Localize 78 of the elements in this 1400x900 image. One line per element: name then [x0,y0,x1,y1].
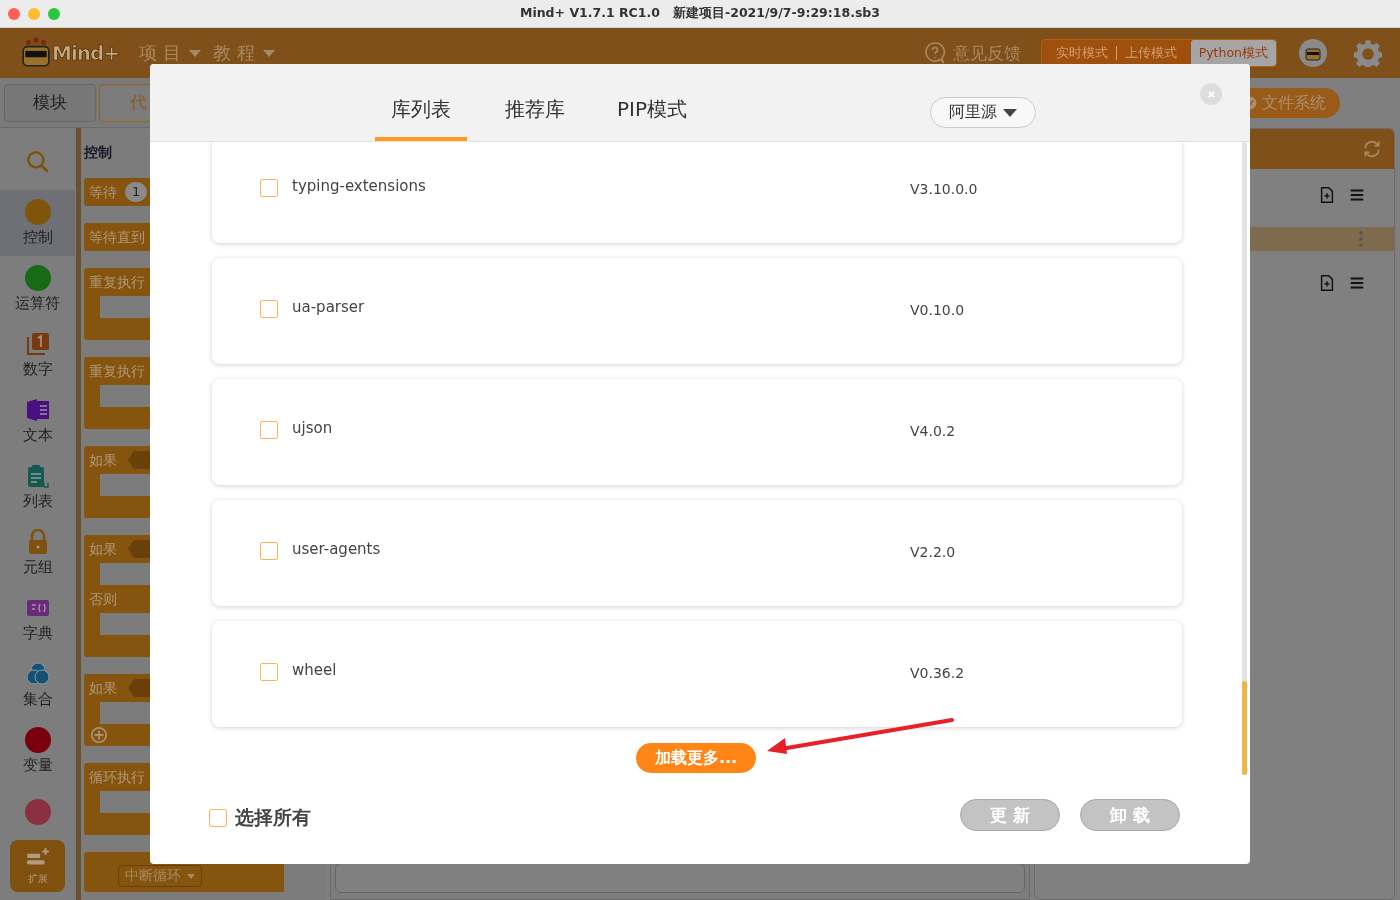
more-icon[interactable] [1358,230,1364,248]
robot-avatar-icon[interactable] [1299,39,1327,67]
dropdown-field[interactable]: 中断循环 [118,865,202,887]
package-version: V0.36.2 [910,665,965,681]
settings-icon[interactable] [1354,39,1382,67]
help-bubble-icon[interactable] [922,41,947,65]
robot-logo-icon [20,37,52,69]
category-item[interactable]: 集合 [0,652,75,718]
block-label: 等待 [89,183,117,201]
mode-tab[interactable]: 上传模式 [1116,40,1185,66]
editor-tab[interactable]: 模块 [4,83,96,122]
package-name: user-agents [292,540,382,558]
extension-button[interactable]: 扩展 [10,840,65,892]
category-item[interactable]: 控制 [0,190,75,256]
checkbox[interactable] [260,663,278,681]
block-label: 等待直到 [89,228,145,246]
package-version: V3.10.0.0 [910,181,978,197]
category-item[interactable]: 运算符 [0,256,75,322]
new-file-icon[interactable] [1318,186,1336,204]
category-label: 列表 [22,492,53,511]
block-label: 循环执行 [89,768,145,786]
dialog-tab[interactable]: 推荐库 [489,81,581,141]
checkbox[interactable] [260,300,278,318]
close-icon [1206,89,1216,99]
category-item[interactable]: 数字 [0,322,75,388]
block-label: 如果 [89,679,117,697]
mode-tab[interactable]: Python模式 [1190,40,1276,66]
category-item[interactable]: 文本 [0,388,75,454]
package-version: V4.0.2 [910,423,956,439]
category-label: 数字 [22,360,53,379]
category-label: 元组 [22,558,53,577]
category-label: 集合 [22,690,53,709]
venn-diagram-icon [24,661,51,687]
minimize-window-button[interactable] [28,7,40,20]
block-label: 否则 [89,590,117,608]
mode-tab[interactable]: 实时模式 [1047,40,1116,66]
number-icon [24,331,51,357]
checkbox[interactable] [260,421,278,439]
select-all-label: 选择所有 [235,805,311,830]
refresh-icon[interactable] [1362,139,1382,159]
scrollbar[interactable] [1242,142,1247,775]
dialog-tab[interactable]: PIP模式 [603,81,702,141]
package-version: V2.2.0 [910,544,956,560]
block-label: 如果 [89,540,117,558]
checkbox[interactable] [260,542,278,560]
category-item[interactable]: 元组 [0,520,75,586]
package-name: ujson [292,419,334,437]
category-item[interactable]: 列表 [0,454,75,520]
new-file-icon[interactable] [1318,274,1336,292]
category-item[interactable]: 字典 [0,586,75,652]
package-name: wheel [292,661,338,679]
load-more-button[interactable]: 加载更多... [636,743,756,773]
palette-title: 控制 [84,144,113,161]
package-name: ua-parser [292,298,366,316]
app-logo: Mind+ [52,41,120,65]
source-dropdown[interactable]: 阿里源 [930,97,1036,128]
category-label: 文本 [22,426,53,445]
document-icon [24,397,51,423]
close-button[interactable] [1200,83,1222,105]
category-label: 运算符 [15,294,60,313]
add-circle-icon[interactable] [90,726,108,744]
zoom-window-button[interactable] [48,7,60,20]
package-version: V0.10.0 [910,302,965,318]
feedback-link[interactable]: 意见反馈 [952,41,1021,65]
block-label: 如果 [89,451,117,469]
category-label: 变量 [22,756,53,775]
scrollbar[interactable] [76,128,81,900]
block-label: 重复执行 [89,362,145,380]
category-item[interactable]: 变量 [0,718,75,784]
category-label: 字典 [22,624,53,643]
close-window-button[interactable] [8,7,20,20]
block-label: 重复执行 [89,273,145,291]
category-label: 控制 [22,228,53,247]
checkbox[interactable] [260,179,278,197]
checkbox[interactable] [209,809,227,827]
package-name: typing-extensions [292,177,427,195]
window-title: Mind+ V1.7.1 RC1.0 新建项目-2021/9/7-9:29:18.sb3 [520,5,880,22]
search-icon [24,149,51,175]
